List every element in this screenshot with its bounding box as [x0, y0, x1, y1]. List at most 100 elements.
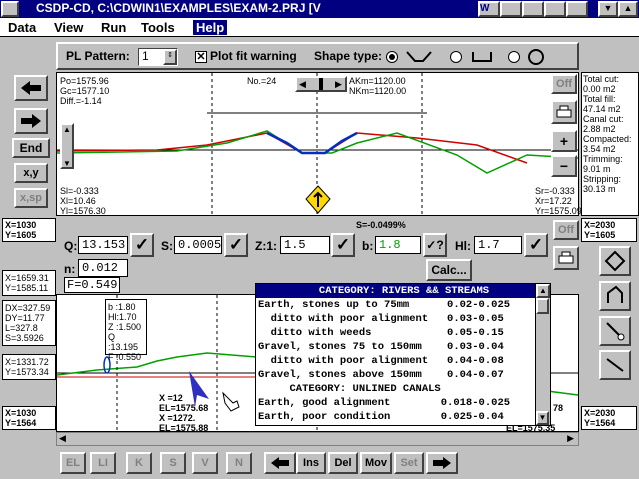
s-input[interactable]: 0.0005 [174, 236, 222, 254]
roughness-list-item[interactable]: CATEGORY: UNLINED CANALS [256, 382, 550, 396]
zoom-out-button[interactable]: − [551, 155, 577, 177]
xsp-button[interactable]: x,sp [14, 188, 48, 208]
ins-button[interactable]: Ins [296, 452, 326, 474]
q-input[interactable]: 13.153 [78, 236, 128, 254]
next-arrow-button[interactable] [14, 108, 48, 134]
li-button[interactable]: LI [90, 452, 116, 474]
scroll-left-icon[interactable]: ◀ [59, 433, 66, 444]
scroll-right-icon[interactable]: ▶ [567, 433, 574, 444]
off-button-2[interactable]: Off [553, 220, 579, 240]
app-icon-2[interactable] [500, 1, 522, 17]
scroll-up-icon[interactable]: ▲ [63, 125, 71, 134]
xy-button[interactable]: x,y [14, 163, 48, 183]
menu-run[interactable]: Run [101, 20, 126, 35]
v-button[interactable]: V [192, 452, 218, 474]
rotate-tool-button[interactable] [599, 246, 631, 276]
window-title: CSDP-CD, C:\CDWIN1\EXAMPLES\EXAM-2.PRJ [… [36, 1, 321, 15]
print-profile-button[interactable] [551, 100, 577, 124]
set-button[interactable]: Set [394, 452, 424, 474]
scroll-down-icon[interactable]: ▼ [63, 159, 71, 168]
s-button[interactable]: S [160, 452, 186, 474]
roughness-list-item[interactable]: ditto with poor alignment 0.04-0.08 [256, 354, 550, 368]
scroll-thumb[interactable] [536, 298, 549, 314]
prev-arrow-button[interactable] [14, 75, 48, 101]
pl-pattern-select[interactable]: 1 ⇕ [138, 48, 178, 66]
b-input[interactable]: 1.8 [375, 236, 421, 254]
del-button[interactable]: Del [328, 452, 358, 474]
scroll-thumb[interactable] [319, 78, 323, 90]
z-input[interactable]: 1.5 [280, 236, 330, 254]
mov-button[interactable]: Mov [360, 452, 392, 474]
roughness-list-item[interactable]: Earth, good alignment 0.018-0.025 [256, 396, 550, 410]
roughness-rows: CATEGORY: RIVERS && STREAMS Earth, stones… [256, 284, 550, 424]
system-menu-button[interactable] [1, 1, 19, 17]
yr-value: Yr=1575.09 [535, 206, 582, 216]
horizontal-scrollbar[interactable]: ◀ ▶ [56, 432, 579, 446]
roughness-list-item[interactable]: Gravel, stones 75 to 150mm 0.03-0.04 [256, 340, 550, 354]
z-label: Z:1: [255, 239, 277, 253]
s-check-button[interactable]: ✓ [224, 233, 248, 257]
app-icon-4[interactable] [544, 1, 566, 17]
app-icon-5[interactable] [566, 1, 588, 17]
scroll-left-icon[interactable]: ◀ [299, 79, 306, 90]
profile-plot[interactable]: Po=1575.96 Gc=1577.10 Diff.=-1.14 No.=24… [56, 72, 582, 216]
bottom-toolbar: EL LI K S V N Ins Del Mov Set [56, 452, 586, 476]
roughness-list-item[interactable]: Earth, stones up to 75mm 0.02-0.025 [256, 298, 550, 312]
dy-value: DY=11.77 [5, 313, 45, 323]
k-button[interactable]: K [126, 452, 152, 474]
z-check-button[interactable]: ✓ [331, 233, 355, 257]
scroll-right-icon[interactable]: ▶ [335, 79, 342, 90]
app-icon-3[interactable] [522, 1, 544, 17]
menu-view[interactable]: View [54, 20, 83, 35]
scroll-up-icon[interactable]: ▲ [536, 284, 550, 298]
coord-top-right: X=2030 Y=1605 [581, 218, 637, 242]
slope-ratio-value: S=3.5926 [5, 333, 44, 343]
coord-x: X=1030 [5, 408, 37, 418]
menu-data[interactable]: Data [8, 20, 36, 35]
minimize-button[interactable]: ▼ [598, 1, 618, 17]
shape-radio-u[interactable] [450, 51, 462, 63]
stat-compacted-label: Compacted: [583, 134, 632, 144]
calc-button[interactable]: Calc... [426, 259, 472, 281]
v-shape-icon [406, 51, 432, 62]
hl-check-button[interactable]: ✓ [524, 233, 548, 257]
roughness-list-item[interactable]: CATEGORY: RIVERS && STREAMS [256, 284, 550, 298]
zoom-in-button[interactable]: + [551, 130, 577, 152]
warning-sign-icon[interactable] [305, 185, 331, 215]
section-scroller[interactable]: ◀ ▶ [295, 76, 347, 92]
roughness-list-item[interactable]: ditto with poor alignment 0.03-0.05 [256, 312, 550, 326]
coord-x: X=2030 [584, 408, 616, 418]
vertical-scroller[interactable]: ▲ ▼ [60, 123, 74, 169]
shape-radio-circle[interactable] [508, 51, 520, 63]
stat-compacted-value: 3.54 m2 [583, 144, 616, 154]
b-help-button[interactable]: ✓? [423, 233, 447, 257]
app-icon-1[interactable]: W [478, 1, 500, 17]
scroll-down-icon[interactable]: ▼ [536, 411, 549, 425]
roughness-list-item[interactable]: Earth, poor condition 0.025-0.04 [256, 410, 550, 424]
menu-help[interactable]: Help [193, 20, 228, 35]
line-tool-button[interactable] [599, 350, 631, 380]
el-button[interactable]: EL [60, 452, 86, 474]
prev-point-button[interactable] [264, 452, 296, 474]
menu-tools[interactable]: Tools [141, 20, 175, 35]
off-button[interactable]: Off [551, 74, 577, 94]
edit-node-button[interactable] [599, 281, 631, 311]
plot-fit-checkbox[interactable]: ✕ [195, 51, 207, 63]
roughness-list-item[interactable]: ditto with weeds 0.05-0.15 [256, 326, 550, 340]
print-section-button[interactable] [553, 246, 579, 270]
q-check-button[interactable]: ✓ [130, 233, 154, 257]
hl-input[interactable]: 1.7 [474, 236, 522, 254]
roughness-list[interactable]: CATEGORY: RIVERS && STREAMS Earth, stones… [255, 283, 551, 426]
end-button[interactable]: End [12, 138, 50, 158]
n-button[interactable]: N [226, 452, 252, 474]
list-scrollbar[interactable]: ▲ ▼ [535, 284, 550, 425]
shape-radio-v[interactable] [386, 51, 398, 63]
yl-value: Yl=1576.30 [60, 206, 106, 216]
next-point-button[interactable] [426, 452, 458, 474]
pointer-tool-button[interactable] [599, 316, 631, 346]
n-input[interactable]: 0.012 [78, 259, 128, 277]
maximize-button[interactable]: ▲ [618, 1, 638, 17]
roughness-list-item[interactable]: Gravel, stones above 150mm 0.04-0.07 [256, 368, 550, 382]
left-arrow-icon [21, 81, 41, 95]
spin-icon[interactable]: ⇕ [163, 49, 177, 65]
